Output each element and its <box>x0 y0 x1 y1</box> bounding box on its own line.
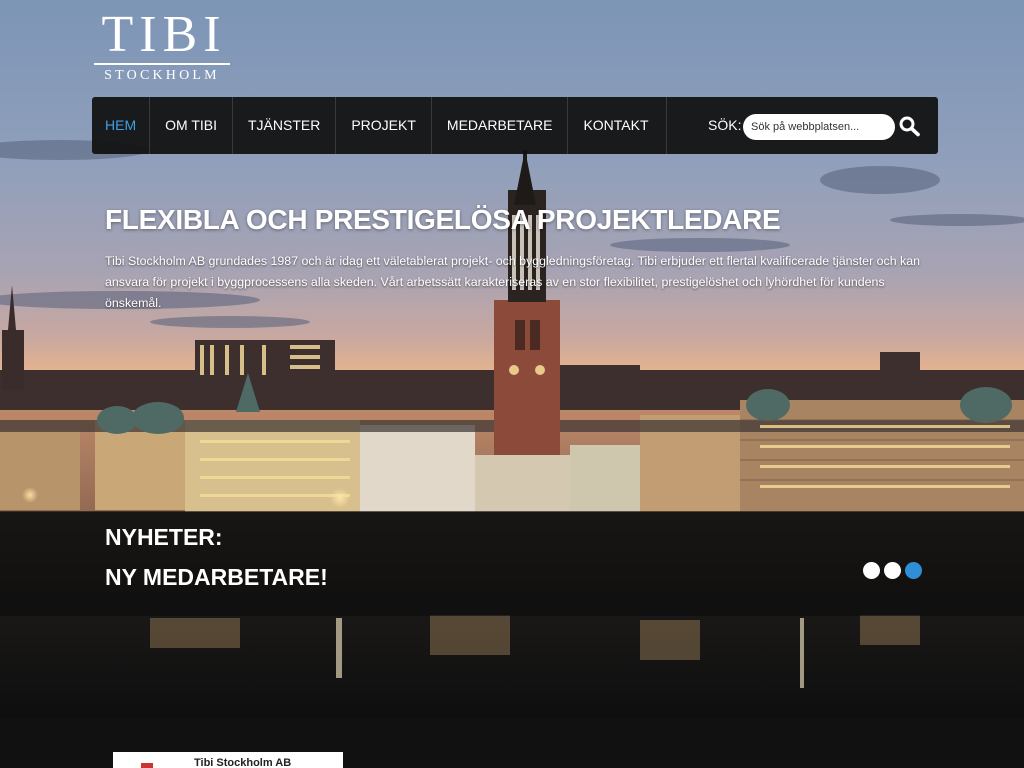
news-title-link[interactable]: NY MEDARBETARE! <box>105 564 328 591</box>
page: Tibi Stockholm AB TIBI STOCKHOLM HEM OM … <box>0 0 1024 768</box>
hero-description: Tibi Stockholm AB grundades 1987 och är … <box>105 254 921 310</box>
footer-card[interactable]: Tibi Stockholm AB <box>113 752 343 768</box>
nav-item-hem[interactable]: HEM <box>92 97 151 154</box>
hero-title: FLEXIBLA OCH PRESTIGELÖSA PROJEKTLEDARE <box>105 204 781 235</box>
footer-card-label: Tibi Stockholm AB <box>194 757 292 768</box>
search-input[interactable] <box>743 114 895 140</box>
slider-pagination <box>863 562 922 579</box>
search-label: SÖK: <box>708 117 742 133</box>
slider-dot-2[interactable] <box>884 562 901 579</box>
main-navigation: HEM OM TIBI TJÄNSTER PROJEKT MEDARBETARE… <box>92 97 938 154</box>
nav-menu: HEM OM TIBI TJÄNSTER PROJEKT MEDARBETARE… <box>92 97 667 154</box>
nav-item-medarbetare[interactable]: MEDARBETARE <box>432 97 569 154</box>
logo-sub-text: STOCKHOLM <box>104 68 220 83</box>
nav-item-om-tibi[interactable]: OM TIBI <box>150 97 233 154</box>
logo-main-text: TIBI <box>101 6 227 63</box>
search-icon[interactable] <box>898 115 922 137</box>
card-logo-mark <box>141 763 153 768</box>
slider-dot-3[interactable] <box>905 562 922 579</box>
nav-item-projekt[interactable]: PROJEKT <box>336 97 432 154</box>
nav-item-kontakt[interactable]: KONTAKT <box>568 97 667 154</box>
slider-dot-1[interactable] <box>863 562 880 579</box>
news-heading: NYHETER: <box>105 524 223 550</box>
site-logo[interactable]: TIBI STOCKHOLM <box>92 6 232 85</box>
logo-divider <box>94 63 230 65</box>
nav-item-tjanster[interactable]: TJÄNSTER <box>233 97 337 154</box>
